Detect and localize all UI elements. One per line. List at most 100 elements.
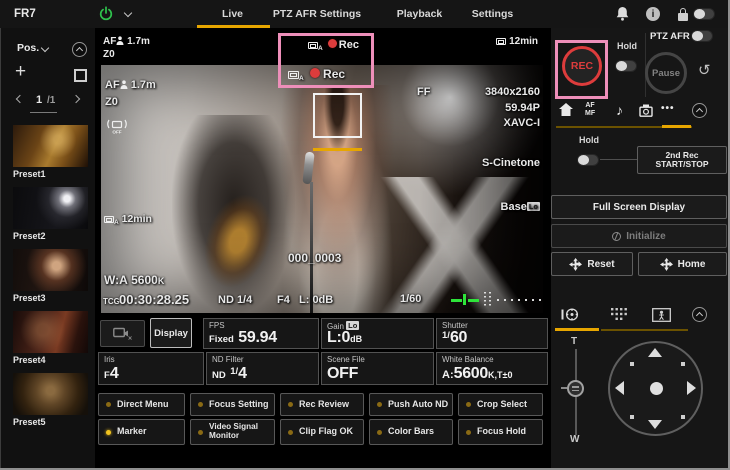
ptz-afr-toggle[interactable] [691,30,713,42]
display-label: Display [154,328,188,339]
assign-focus-hold-button[interactable]: Focus Hold [458,419,543,445]
preset-item-2[interactable]: Preset2 [13,187,88,241]
nd-overlay: ND 1/4 [218,294,252,306]
chevron-up-icon [76,47,83,54]
chevron-down-icon[interactable] [124,9,132,17]
camera-settings-tab[interactable] [639,104,656,122]
overlay-focus: AF 1.7m [105,79,156,91]
tab-ptz-afr-settings[interactable]: PTZ AFR Settings [272,0,362,28]
joystick-collapse-button[interactable] [692,307,707,322]
rec-hold-toggle[interactable] [615,60,637,72]
power-icon [98,6,114,22]
assign-label: Crop Select [477,400,527,410]
assign-focus-setting-button[interactable]: Focus Setting [190,393,275,416]
more-tab[interactable]: ••• [661,103,675,114]
preset-item-1[interactable]: Preset1 [13,125,88,179]
preset-item-4[interactable]: Preset4 [13,311,88,365]
lock-toggle[interactable] [693,8,715,20]
camera-stream-off-button[interactable]: × [100,320,145,347]
fps-mode: Fixed [209,334,234,345]
tab-settings[interactable]: Settings [465,0,520,28]
pan-down-left-button[interactable] [630,415,634,419]
pan-right-button[interactable] [687,381,696,395]
second-rec-start-stop-button[interactable]: 2nd Rec START/STOP [637,146,727,174]
add-preset-button[interactable]: + [15,61,26,83]
home-tab[interactable] [559,103,573,121]
focus-afmf-tab[interactable]: AF MF [585,102,595,117]
preset-item-3[interactable]: Preset3 [13,249,88,303]
ptz-afr-reset-button[interactable]: ↺ [698,61,711,79]
pad-center-button[interactable] [650,382,663,395]
preset-thumbnail-5[interactable] [13,373,88,415]
full-screen-display-button[interactable]: Full Screen Display [551,195,727,219]
pan-up-left-button[interactable] [630,362,634,366]
assign-color-bars-button[interactable]: Color Bars [369,419,453,445]
assign-direct-menu-button[interactable]: Direct Menu [98,393,185,416]
ptz-joystick-tab[interactable] [561,307,581,327]
ptz-afr-label: PTZ AFR [650,31,690,42]
initialize-button[interactable]: Initialize [551,224,727,248]
active-tab-underline [197,25,270,28]
assign-clip-flag-ok-button[interactable]: Clip Flag OK [280,419,364,445]
preset-thumbnail-4[interactable] [13,311,88,353]
audio-meter-scale [497,299,543,301]
pan-left-button[interactable] [615,381,624,395]
af-label: AF [103,36,116,47]
tab-live[interactable]: Live [195,0,270,28]
iris-label: Iris [104,355,115,364]
audio-tab[interactable]: ♪ [616,102,623,118]
preset-thumbnail-2[interactable] [13,187,88,229]
preset-grid-tab[interactable] [611,308,627,326]
preset-thumbnail-3[interactable] [13,249,88,291]
home-button[interactable]: Home [638,252,727,276]
assign-dot [377,430,382,435]
nd-value: 4 [238,365,247,382]
pause-button[interactable]: Pause [645,52,687,94]
gain-cell[interactable]: Gain Lo L:0dB [321,318,434,349]
top-bar: FR7 Live PTZ AFR Settings Playback Setti… [0,0,730,28]
power-button[interactable] [98,6,114,22]
level-indicator-tick [463,294,466,305]
panel-collapse-button[interactable] [692,103,707,118]
info-button[interactable]: i [646,7,660,21]
pan-down-right-button[interactable] [681,415,685,419]
slot-a-label: A [114,219,119,226]
reset-button[interactable]: Reset [551,252,633,276]
preset-thumbnail-1[interactable] [13,125,88,167]
shutter-value: 60 [450,329,467,346]
second-rec-hold-toggle[interactable] [577,154,599,166]
assign-video-signal-monitor-button[interactable]: Video Signal Monitor [190,419,275,445]
assign-push-auto-nd-button[interactable]: Push Auto ND [369,393,453,416]
assign-marker-button[interactable]: Marker [98,419,185,445]
shutter-num: 1/ [442,330,450,341]
assign-crop-select-button[interactable]: Crop Select [458,393,543,416]
zoom-slider-handle[interactable] [567,380,584,397]
nd-prefix: ND [212,370,226,381]
tele-label: T [571,336,577,347]
pan-up-right-button[interactable] [681,362,685,366]
scene-file-label: Scene File [327,355,365,364]
base-iso: BaseLo [501,201,540,213]
display-button[interactable]: Display [150,318,192,348]
shutter-cell[interactable]: Shutter 1/60 [436,318,548,349]
stop-button[interactable] [74,69,87,82]
scene-file-cell[interactable]: Scene File OFF [321,352,434,385]
assign-rec-review-button[interactable]: Rec Review [280,393,364,416]
tilt-down-button[interactable] [648,420,662,429]
remaining-time: 12min [122,213,152,225]
ptz-head-icon [561,307,581,322]
framing-tab[interactable] [652,308,671,327]
overlay-zoom: Z0 [105,96,118,108]
preset-item-5[interactable]: Preset5 [13,373,88,427]
white-balance-cell[interactable]: White Balance A:5600K,T±0 [436,352,548,385]
sidebar-collapse-button[interactable] [72,42,87,57]
nd-filter-cell[interactable]: ND Filter ND 1/4 [206,352,319,385]
iris-cell[interactable]: Iris F4 [98,352,204,385]
wb-kelvin: 5600 [131,273,158,287]
iris-overlay: F4 [277,294,290,306]
tilt-up-button[interactable] [648,348,662,357]
fps-cell[interactable]: FPS Fixed 59.94 [203,318,319,349]
position-group-label[interactable]: Pos. [17,42,39,54]
tab-playback[interactable]: Playback [392,0,447,28]
notifications-button[interactable] [616,6,629,26]
